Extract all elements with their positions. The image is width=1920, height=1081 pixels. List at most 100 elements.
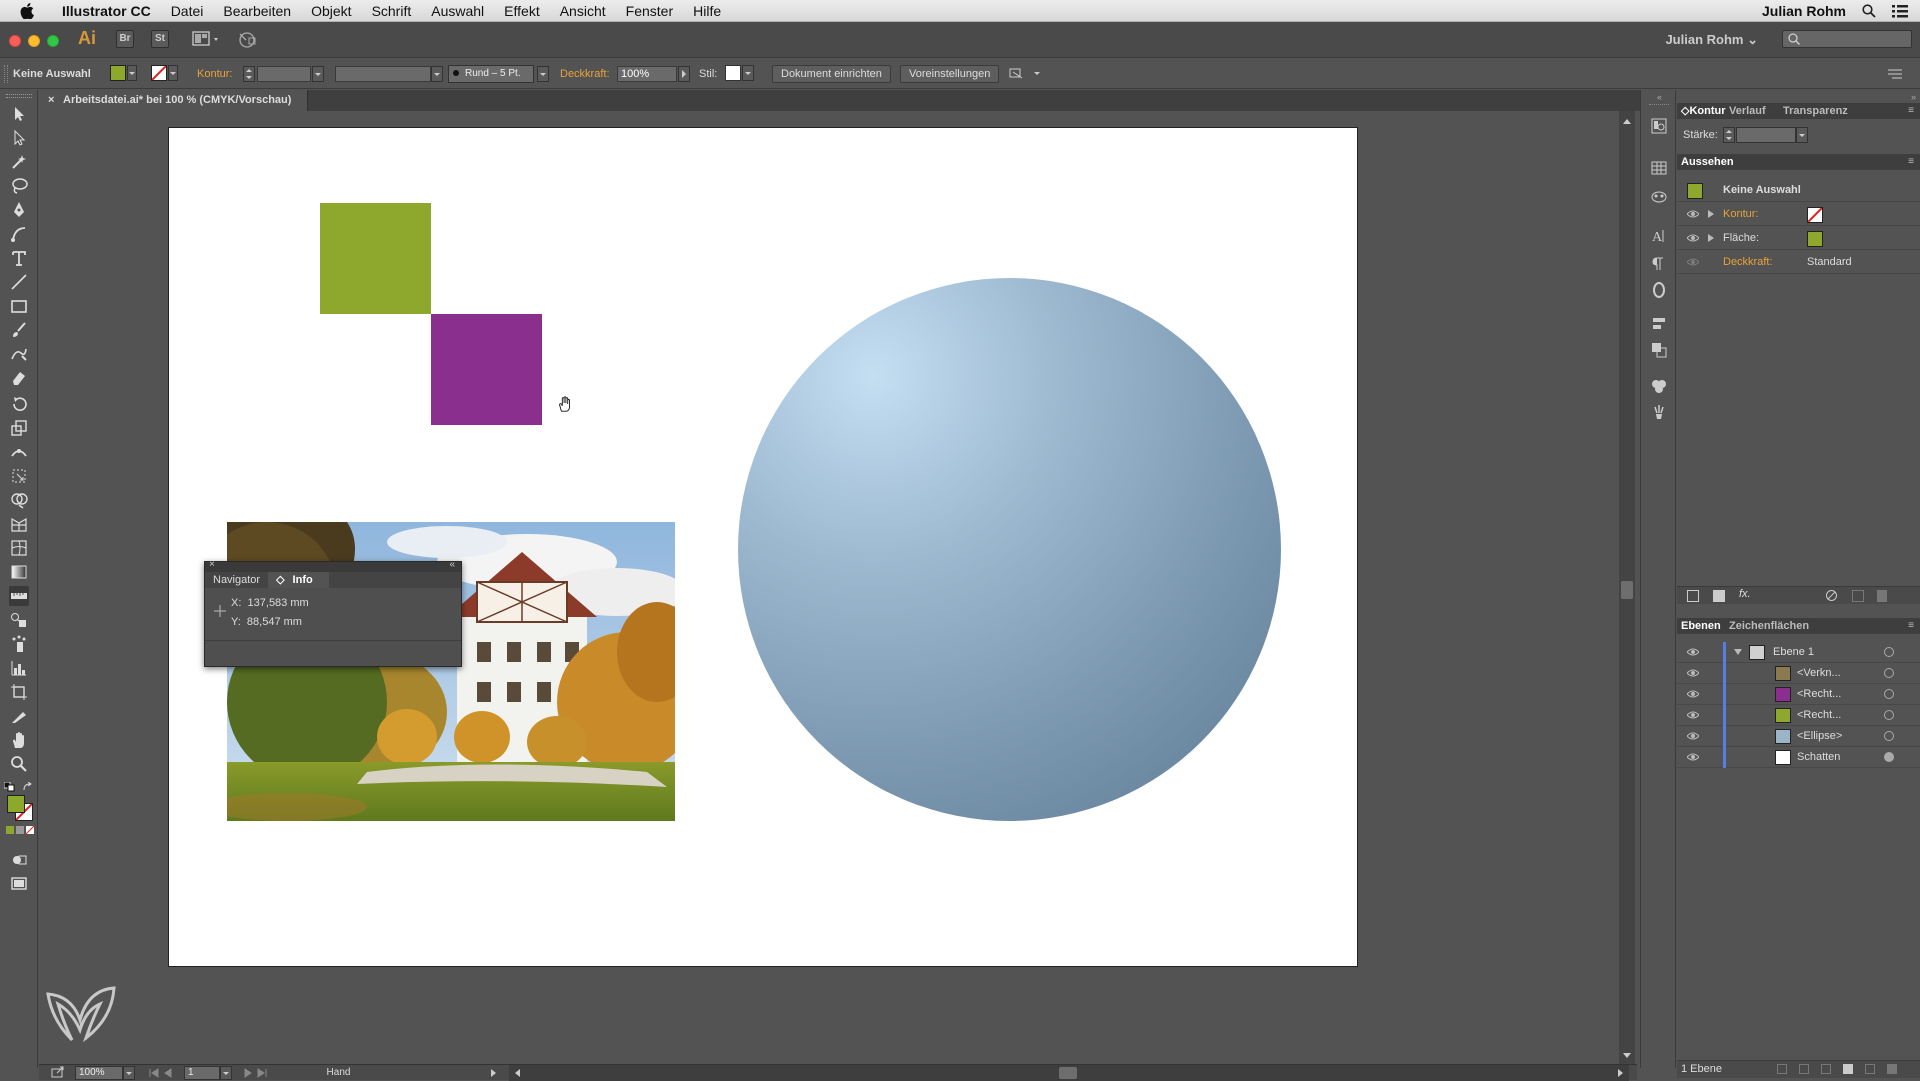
eye-icon[interactable] — [1687, 731, 1699, 741]
notification-list-icon[interactable] — [1892, 4, 1908, 18]
tab-aussehen[interactable]: Aussehen — [1681, 154, 1734, 170]
appearance-flaeche-label[interactable]: Fläche: — [1723, 232, 1759, 244]
magic-wand-tool-icon[interactable] — [9, 152, 29, 172]
measure-tool-icon[interactable] — [9, 586, 29, 606]
purple-rectangle[interactable] — [431, 314, 542, 425]
arrange-icon[interactable] — [1008, 66, 1042, 82]
line-tool-icon[interactable] — [9, 272, 29, 292]
duplicate-layer-icon[interactable] — [1865, 1064, 1875, 1074]
add-effect-fx-icon[interactable]: fx. — [1739, 588, 1751, 600]
selection-tool-icon[interactable] — [9, 104, 29, 124]
artboard[interactable] — [168, 127, 1358, 967]
layer-row-rechteck-purple[interactable]: <Recht... — [1677, 684, 1920, 705]
navigator-info-panel[interactable]: × « Navigator ◇ Info X: 137,583 mm Y: 88,… — [204, 559, 462, 667]
tab-info[interactable]: ◇ Info — [268, 572, 329, 588]
eye-icon[interactable] — [1687, 257, 1699, 267]
staerke-input[interactable] — [1736, 127, 1796, 143]
symbol-sprayer-tool-icon[interactable] — [9, 634, 29, 654]
appearance-fill-swatch[interactable] — [1807, 231, 1823, 247]
pathfinder-icon[interactable] — [1649, 340, 1669, 360]
horizontal-scroll-thumb[interactable] — [1059, 1067, 1077, 1079]
paintbrush-tool-icon[interactable] — [9, 320, 29, 340]
horizontal-scrollbar[interactable] — [509, 1065, 1629, 1081]
locate-object-icon[interactable] — [1777, 1064, 1787, 1074]
adobe-user-account[interactable]: Julian Rohm ⌄ — [1665, 32, 1758, 48]
disclosure-triangle-icon[interactable] — [1707, 233, 1715, 243]
gradient-tool-icon[interactable] — [9, 562, 29, 582]
layer-target-icon[interactable] — [1884, 710, 1894, 720]
eye-icon[interactable] — [1687, 689, 1699, 699]
blend-tool-icon[interactable] — [9, 610, 29, 630]
chevron-down-icon[interactable] — [742, 65, 754, 81]
panel-menu-icon[interactable]: ≡ — [1908, 103, 1914, 119]
lasso-tool-icon[interactable] — [9, 176, 29, 196]
mesh-tool-icon[interactable] — [9, 538, 29, 558]
gradient-sphere-ellipse[interactable] — [738, 278, 1281, 821]
default-fill-stroke-icon[interactable] — [4, 782, 16, 792]
curvature-tool-icon[interactable] — [9, 224, 29, 244]
paragraph-icon[interactable] — [1649, 254, 1669, 274]
appearance-deckkraft-label[interactable]: Deckkraft: — [1723, 256, 1773, 268]
layer-row-verkn[interactable]: <Verkn... — [1677, 663, 1920, 684]
perspective-grid-tool-icon[interactable] — [9, 514, 29, 534]
spotlight-search-icon[interactable] — [1862, 4, 1876, 18]
eye-icon[interactable] — [1687, 752, 1699, 762]
add-fill-icon[interactable] — [1713, 590, 1725, 602]
appearance-kontur-row[interactable]: Kontur: — [1677, 204, 1920, 226]
tab-kontur[interactable]: ◇ Kontur — [1681, 103, 1726, 119]
artboard-number-field[interactable]: 1 — [184, 1066, 220, 1080]
stroke-weight-input[interactable] — [257, 66, 311, 82]
artboard-tool-icon[interactable] — [9, 682, 29, 702]
stroke-weight-stepper[interactable] — [243, 66, 255, 82]
tools-grip[interactable] — [6, 94, 32, 98]
status-menu-chevron-icon[interactable] — [489, 1067, 497, 1079]
hand-tool-icon[interactable] — [9, 730, 29, 750]
delete-item-icon[interactable] — [1877, 590, 1887, 602]
zoom-window-button[interactable] — [47, 35, 59, 47]
character-styles-icon[interactable]: A — [1649, 226, 1669, 246]
vertical-scroll-thumb[interactable] — [1621, 581, 1633, 599]
menubar-user[interactable]: Julian Rohm — [1762, 3, 1846, 19]
close-panel-icon[interactable]: × — [209, 559, 215, 570]
panel-menu-icon[interactable]: ≡ — [1908, 154, 1914, 170]
zoom-level-field[interactable]: 100% — [75, 1066, 123, 1080]
scroll-left-icon[interactable] — [513, 1066, 523, 1080]
chevron-down-icon[interactable] — [312, 66, 324, 82]
menu-hilfe[interactable]: Hilfe — [683, 0, 731, 22]
rectangle-tool-icon[interactable] — [9, 296, 29, 316]
stock-button[interactable]: St — [151, 30, 169, 48]
chevron-down-icon[interactable] — [220, 1066, 232, 1080]
green-rectangle[interactable] — [320, 203, 431, 314]
panel-menu-icon[interactable] — [1886, 67, 1904, 81]
rotate-tool-icon[interactable] — [9, 394, 29, 414]
layer-name[interactable]: Ebene 1 — [1773, 646, 1814, 658]
menu-app-name[interactable]: Illustrator CC — [52, 0, 161, 22]
brush-definition-select[interactable]: Rund – 5 Pt. — [448, 65, 534, 83]
direct-selection-tool-icon[interactable] — [9, 128, 29, 148]
arrange-documents-icon[interactable] — [192, 30, 222, 48]
eye-icon[interactable] — [1687, 209, 1699, 219]
scroll-up-icon[interactable] — [1619, 115, 1635, 129]
eye-icon[interactable] — [1687, 710, 1699, 720]
tab-navigator[interactable]: Navigator — [205, 572, 268, 588]
layer-row-rechteck-green[interactable]: <Recht... — [1677, 705, 1920, 726]
close-window-button[interactable] — [9, 35, 21, 47]
menu-objekt[interactable]: Objekt — [301, 0, 361, 22]
appearance-kontur-label[interactable]: Kontur: — [1723, 208, 1758, 220]
chevron-down-icon[interactable] — [431, 66, 443, 82]
document-setup-button[interactable]: Dokument einrichten — [772, 65, 891, 83]
brushes-icon[interactable] — [1649, 402, 1669, 422]
clear-appearance-icon[interactable] — [1825, 589, 1838, 602]
slice-tool-icon[interactable] — [9, 706, 29, 726]
eye-icon[interactable] — [1687, 647, 1699, 657]
appearance-flaeche-row[interactable]: Fläche: — [1677, 228, 1920, 250]
expand-panels-icon[interactable]: « — [1657, 92, 1662, 102]
layer-target-icon[interactable] — [1884, 668, 1894, 678]
first-artboard-nav[interactable] — [147, 1066, 177, 1080]
layer-name[interactable]: Schatten — [1797, 751, 1840, 763]
menu-ansicht[interactable]: Ansicht — [550, 0, 616, 22]
menu-bearbeiten[interactable]: Bearbeiten — [213, 0, 301, 22]
opentype-icon[interactable] — [1649, 280, 1669, 300]
eye-icon[interactable] — [1687, 668, 1699, 678]
scale-tool-icon[interactable] — [9, 418, 29, 438]
